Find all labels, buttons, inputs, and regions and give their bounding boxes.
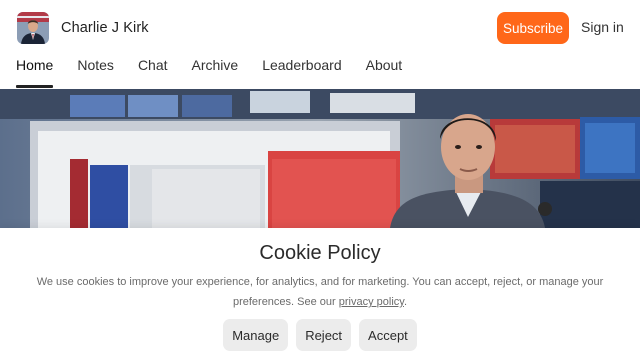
privacy-policy-link[interactable]: privacy policy	[339, 296, 404, 308]
reject-cookies-button[interactable]: Reject	[296, 319, 352, 351]
site-header: Charlie J Kirk Subscribe Sign in Home No…	[0, 0, 640, 88]
cookie-text-end: .	[403, 296, 408, 308]
nav-notes[interactable]: Notes	[77, 57, 114, 88]
publication-brand[interactable]: Charlie J Kirk	[17, 12, 149, 44]
subscribe-button[interactable]: Subscribe	[497, 12, 569, 44]
nav-home[interactable]: Home	[16, 57, 54, 88]
nav-about[interactable]: About	[366, 57, 403, 88]
publication-avatar[interactable]	[17, 12, 49, 44]
main-nav: Home Notes Chat Archive Leaderboard Abou…	[16, 57, 426, 88]
cookie-banner-text: We use cookies to improve your experienc…	[25, 272, 615, 312]
sign-in-link[interactable]: Sign in	[581, 19, 624, 35]
nav-archive[interactable]: Archive	[192, 57, 239, 88]
nav-leaderboard[interactable]: Leaderboard	[262, 57, 341, 88]
publication-name[interactable]: Charlie J Kirk	[61, 20, 149, 36]
cookie-banner: Cookie Policy We use cookies to improve …	[0, 228, 640, 360]
cookie-text-body: We use cookies to improve your experienc…	[36, 276, 604, 308]
cookie-banner-title: Cookie Policy	[259, 242, 381, 264]
nav-chat[interactable]: Chat	[138, 57, 168, 88]
manage-cookies-button[interactable]: Manage	[223, 319, 289, 351]
accept-cookies-button[interactable]: Accept	[359, 319, 417, 351]
hero-video-thumbnail[interactable]	[0, 89, 640, 228]
cookie-button-group: Manage Reject Accept	[0, 319, 640, 351]
